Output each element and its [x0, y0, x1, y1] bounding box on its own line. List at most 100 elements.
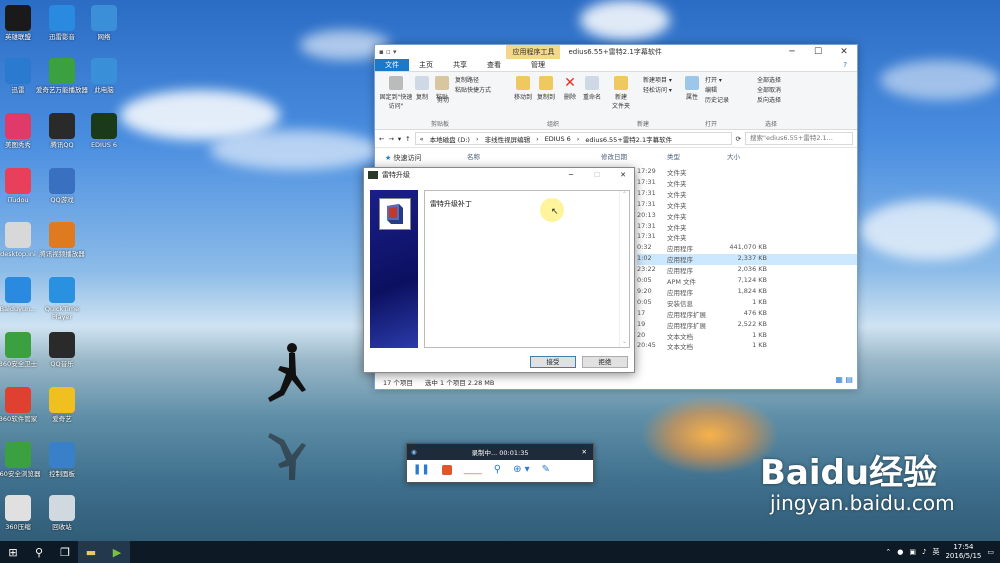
- new-folder-button[interactable]: 新建 文件夹: [609, 76, 633, 110]
- tab-file[interactable]: 文件: [375, 59, 409, 71]
- table-row[interactable]: 20:13 文件夹: [637, 211, 857, 222]
- open-button[interactable]: 打开 ▾: [705, 75, 722, 84]
- invert-selection-button[interactable]: 反向选择: [757, 95, 781, 104]
- shape-tool-icon[interactable]: ⊕ ▾: [513, 464, 530, 475]
- tab-view[interactable]: 查看: [477, 59, 511, 71]
- dialog-titlebar[interactable]: 雷特升级 ─ ☐ ✕: [364, 168, 634, 182]
- network-icon[interactable]: ▣: [909, 548, 916, 556]
- accept-button[interactable]: 接受: [530, 356, 576, 368]
- input-language[interactable]: 英: [932, 547, 939, 557]
- icon-qqgame[interactable]: QQ游戏: [34, 168, 90, 204]
- close-icon[interactable]: ✕: [612, 171, 634, 179]
- pin-quick-access-button[interactable]: 固定到"快速访问": [379, 76, 413, 110]
- notification-icon[interactable]: ▭: [987, 548, 994, 556]
- refresh-icon[interactable]: ⟳: [736, 135, 741, 143]
- paste-shortcut-button[interactable]: 粘贴快捷方式: [455, 85, 491, 94]
- new-item-button[interactable]: 新建项目 ▾: [643, 75, 672, 84]
- copy-button[interactable]: 复制: [413, 76, 431, 101]
- file-explorer-taskbar-icon[interactable]: ▬: [78, 541, 104, 563]
- close-icon[interactable]: ✕: [582, 448, 587, 456]
- pin-tool-icon[interactable]: ⚲: [494, 464, 501, 475]
- delete-button[interactable]: ✕ 删除: [561, 76, 579, 101]
- icon-quicktime[interactable]: QuickTime Player: [34, 277, 90, 321]
- copy-to-button[interactable]: 复制到: [535, 76, 557, 101]
- table-row[interactable]: 9:20 应用程序 1,824 KB: [637, 287, 857, 298]
- table-row[interactable]: 17:29 文件夹: [637, 167, 857, 178]
- icon-network[interactable]: 网络: [76, 5, 132, 41]
- table-row[interactable]: 17 应用程序扩展 476 KB: [637, 309, 857, 320]
- cut-button[interactable]: 剪切: [437, 95, 449, 104]
- tray-chevron-icon[interactable]: ⌃: [885, 548, 891, 556]
- minimize-icon[interactable]: ─: [560, 171, 582, 179]
- edius-taskbar-icon[interactable]: ▶: [104, 541, 130, 563]
- back-arrow-icon[interactable]: ←: [379, 135, 384, 143]
- column-date[interactable]: 修改日期: [601, 151, 627, 161]
- stop-icon[interactable]: [441, 464, 452, 475]
- table-row[interactable]: 17:31 文件夹: [637, 189, 857, 200]
- table-row[interactable]: 0:05 APM 文件 7,124 KB: [637, 276, 857, 287]
- quick-access-toolbar-icon[interactable]: ▪ ▫ ▾: [375, 48, 396, 56]
- dialog-scrollbar[interactable]: ⌃ ⌄: [619, 191, 629, 347]
- breadcrumb-item[interactable]: EDIUS 6: [545, 135, 571, 143]
- rename-button[interactable]: 重命名: [581, 76, 603, 101]
- volume-icon[interactable]: ♪: [922, 548, 926, 556]
- table-row[interactable]: 17:31 文件夹: [637, 222, 857, 233]
- screen-recorder[interactable]: ◉ 录制中... 00:01:35 ✕ ❚❚ ____ ⚲ ⊕ ▾ ✎: [406, 443, 594, 483]
- table-row[interactable]: 17:31 文件夹: [637, 200, 857, 211]
- breadcrumb-item[interactable]: 本地磁盘 (D:): [430, 134, 470, 144]
- context-tab-app-tools[interactable]: 应用程序工具: [506, 45, 561, 59]
- maximize-icon[interactable]: ☐: [586, 171, 608, 179]
- table-row[interactable]: 17:31 文件夹: [637, 232, 857, 243]
- minimize-icon[interactable]: ─: [779, 47, 805, 57]
- move-to-button[interactable]: 移动到: [513, 76, 533, 101]
- column-name[interactable]: 名称: [467, 151, 480, 161]
- icon-qqmusic[interactable]: QQ音乐: [34, 332, 90, 368]
- tab-share[interactable]: 共享: [443, 59, 477, 71]
- breadcrumb-item[interactable]: edius6.55+雷特2.1字幕软件: [585, 134, 672, 144]
- table-row[interactable]: 19 应用程序扩展 2,522 KB: [637, 320, 857, 331]
- up-arrow-icon[interactable]: ↑: [405, 135, 410, 143]
- forward-arrow-icon[interactable]: →: [388, 135, 393, 143]
- dropdown-icon[interactable]: ▾: [398, 135, 401, 143]
- icon-recyclebin[interactable]: 回收站: [34, 495, 90, 531]
- icon-qqvideo[interactable]: 腾讯视频播放器: [34, 222, 90, 258]
- copy-path-button[interactable]: 复制路径: [455, 75, 479, 84]
- select-all-button[interactable]: 全部选择: [757, 75, 781, 84]
- table-row[interactable]: 0:32 应用程序 441,070 KB: [637, 243, 857, 254]
- nav-quick-access[interactable]: ★ 快速访问: [385, 153, 422, 163]
- icon-controlpanel[interactable]: 控制面板: [34, 442, 90, 478]
- table-row[interactable]: 17:31 文件夹: [637, 178, 857, 189]
- table-row[interactable]: 20 文本文档 1 KB: [637, 331, 857, 342]
- tray-app-icon[interactable]: ●: [897, 548, 903, 556]
- leite-upgrade-dialog[interactable]: 雷特升级 ─ ☐ ✕ 雷特升级补丁 ↖ ⌃ ⌄ 接受 拒绝: [363, 167, 635, 373]
- maximize-icon[interactable]: ☐: [805, 47, 831, 57]
- explorer-titlebar[interactable]: ▪ ▫ ▾ 应用程序工具 edius6.55+雷特2.1字幕软件 ─ ☐ ✕: [375, 45, 857, 59]
- table-row[interactable]: 1:02 应用程序 2,337 KB: [637, 254, 857, 266]
- column-type[interactable]: 类型: [667, 151, 680, 161]
- table-row[interactable]: 0:05 安装信息 1 KB: [637, 298, 857, 309]
- history-button[interactable]: 历史记录: [705, 95, 729, 104]
- easy-access-button[interactable]: 轻松访问 ▾: [643, 85, 672, 94]
- icon-thispc[interactable]: 此电脑: [76, 58, 132, 94]
- tab-home[interactable]: 主页: [409, 59, 443, 71]
- help-icon[interactable]: ?: [833, 59, 857, 71]
- address-bar[interactable]: « 本地磁盘 (D:) › 非线性视屏编辑 › EDIUS 6 › edius6.55+雷特2…: [414, 132, 732, 145]
- icon-aiqiyi2[interactable]: 爱奇艺: [34, 387, 90, 423]
- search-input[interactable]: 搜索"edius6.55+雷特2.1...: [745, 132, 853, 145]
- table-row[interactable]: 20:45 文本文档 1 KB: [637, 341, 857, 352]
- select-none-button[interactable]: 全部取消: [757, 85, 781, 94]
- pause-icon[interactable]: ❚❚: [413, 464, 430, 475]
- icon-edius[interactable]: EDIUS 6: [76, 113, 132, 149]
- breadcrumb-item[interactable]: 非线性视屏编辑: [485, 134, 531, 144]
- reject-button[interactable]: 拒绝: [582, 356, 628, 368]
- edit-button[interactable]: 编辑: [705, 85, 717, 94]
- task-view-icon[interactable]: ❐: [52, 541, 78, 563]
- properties-button[interactable]: 属性: [683, 76, 701, 101]
- windows-start-icon[interactable]: ⊞: [0, 541, 26, 563]
- view-toggle-icon[interactable]: ▦ ▤: [835, 375, 853, 384]
- underline-tool-icon[interactable]: ____: [464, 465, 482, 475]
- table-row[interactable]: 23:22 应用程序 2,036 KB: [637, 265, 857, 276]
- search-icon[interactable]: ⚲: [26, 541, 52, 563]
- clock[interactable]: 17:54 2016/5/15: [945, 543, 981, 561]
- column-size[interactable]: 大小: [727, 151, 740, 161]
